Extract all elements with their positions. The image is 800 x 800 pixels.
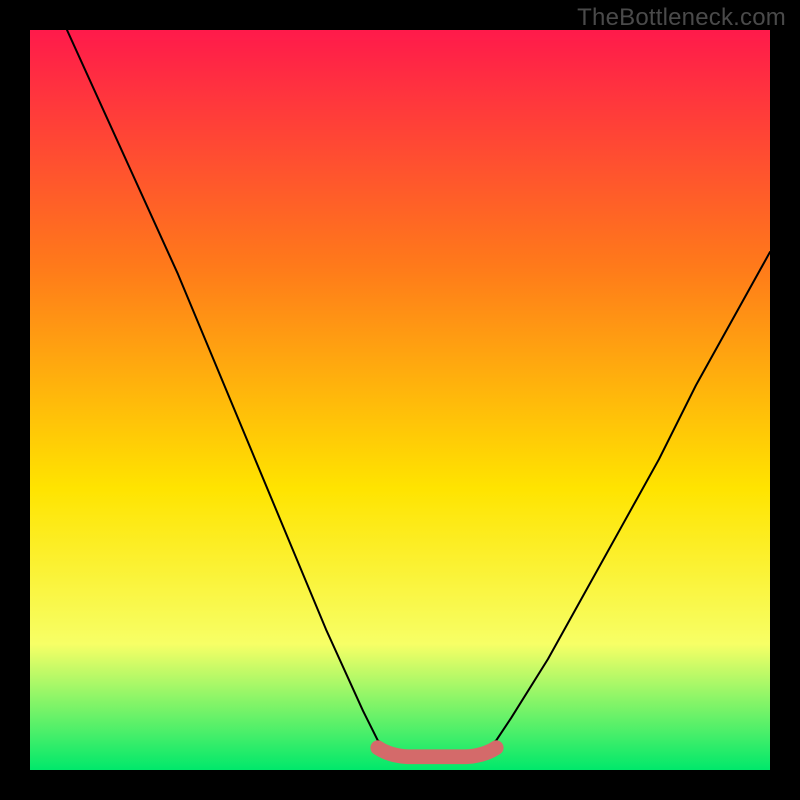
watermark-text: TheBottleneck.com — [577, 4, 786, 32]
gradient-background — [30, 30, 770, 770]
plot-area — [30, 30, 770, 770]
chart-frame: TheBottleneck.com — [0, 0, 800, 800]
plot-svg — [30, 30, 770, 770]
